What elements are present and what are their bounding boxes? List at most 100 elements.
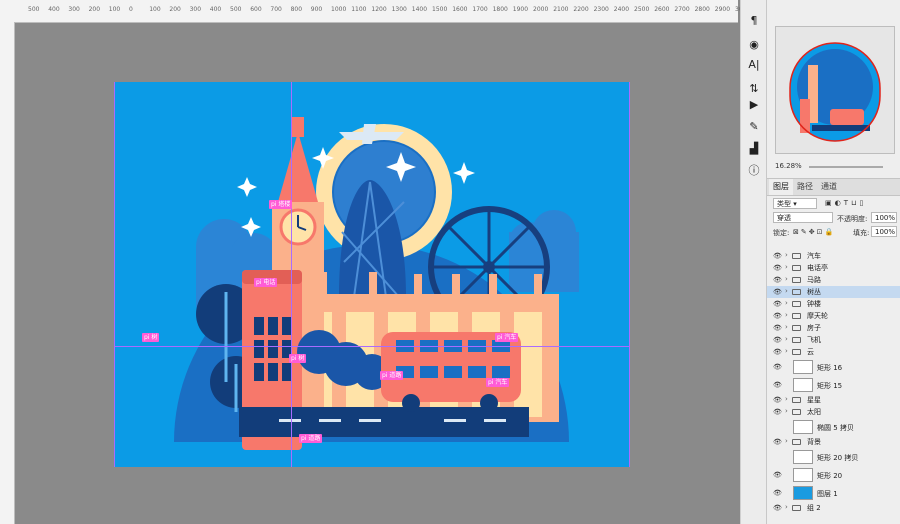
- visibility-eye-icon[interactable]: 👁: [773, 252, 782, 260]
- expand-caret-icon[interactable]: ›: [785, 335, 788, 343]
- histogram-icon[interactable]: ▟: [747, 142, 761, 156]
- zoom-slider[interactable]: [809, 166, 883, 168]
- lock-icons[interactable]: ⊠✎✥⊡🔒: [793, 228, 835, 236]
- ruler-tick: 0: [129, 6, 133, 13]
- visibility-eye-icon[interactable]: 👁: [773, 348, 782, 356]
- adjust-icon[interactable]: ⇅: [747, 82, 761, 96]
- layer-thumbnail: [793, 468, 813, 482]
- expand-caret-icon[interactable]: ›: [785, 395, 788, 403]
- guide-line[interactable]: [629, 82, 630, 467]
- visibility-eye-icon[interactable]: 👁: [773, 438, 782, 446]
- layer-name: 矩形 20 拷贝: [817, 454, 859, 462]
- expand-caret-icon[interactable]: ›: [785, 251, 788, 259]
- play-icon[interactable]: ▶: [747, 98, 761, 112]
- ruler-tick: 2700: [674, 6, 690, 13]
- visibility-eye-icon[interactable]: 👁: [773, 489, 782, 497]
- info-icon[interactable]: ⓘ: [747, 164, 761, 178]
- layer-name: 矩形 15: [817, 382, 843, 390]
- measure-tag: pi 树: [142, 333, 160, 342]
- visibility-eye-icon[interactable]: 👁: [773, 471, 782, 479]
- expand-caret-icon[interactable]: ›: [785, 311, 788, 319]
- ruler-tick: 500: [28, 6, 40, 13]
- guide-line[interactable]: [291, 82, 292, 467]
- layer-row[interactable]: 👁 › 汽车: [767, 250, 900, 262]
- tab-paths[interactable]: 路径: [793, 179, 817, 195]
- visibility-eye-icon[interactable]: 👁: [773, 504, 782, 512]
- fill-field[interactable]: 100%: [871, 226, 897, 237]
- layer-row[interactable]: 👁 › 飞机: [767, 334, 900, 346]
- visibility-eye-icon[interactable]: 👁: [773, 363, 782, 371]
- expand-caret-icon[interactable]: ›: [785, 263, 788, 271]
- ruler-tick: 200: [169, 6, 181, 13]
- layer-name: 星星: [807, 396, 821, 404]
- layer-thumbnail: [793, 450, 813, 464]
- folder-icon: [792, 409, 801, 415]
- character-icon[interactable]: A|: [747, 58, 761, 72]
- folder-icon: [792, 325, 801, 331]
- filter-select[interactable]: 类型 ▾: [773, 198, 817, 209]
- expand-caret-icon[interactable]: ›: [785, 287, 788, 295]
- expand-caret-icon[interactable]: ›: [785, 299, 788, 307]
- paragraph-icon[interactable]: ¶: [747, 14, 761, 28]
- layer-row[interactable]: 👁 › 钟楼: [767, 298, 900, 310]
- layer-row[interactable]: 👁 矩形 20: [767, 466, 900, 484]
- brush-icon[interactable]: ✎: [747, 120, 761, 134]
- filter-label: 类型: [777, 200, 791, 208]
- visibility-eye-icon[interactable]: 👁: [773, 276, 782, 284]
- folder-icon: [792, 265, 801, 271]
- layer-row[interactable]: 椭圆 5 拷贝: [767, 418, 900, 436]
- folder-icon: [792, 289, 801, 295]
- ruler-tick: 300: [189, 6, 202, 13]
- layer-row[interactable]: 👁 › 房子: [767, 322, 900, 334]
- guide-line[interactable]: [114, 82, 115, 467]
- visibility-eye-icon[interactable]: 👁: [773, 312, 782, 320]
- layer-comp-icon[interactable]: ◉: [747, 38, 761, 52]
- expand-caret-icon[interactable]: ›: [785, 347, 788, 355]
- layer-row[interactable]: 👁 › 组 2: [767, 502, 900, 514]
- layer-row[interactable]: 👁 › 电话亭: [767, 262, 900, 274]
- measure-tag: pi 汽车: [495, 333, 519, 342]
- layer-row[interactable]: 👁 › 马路: [767, 274, 900, 286]
- layer-row[interactable]: 👁 › 树丛: [767, 286, 900, 298]
- artboard[interactable]: pi 塔楼 pi 电话 pi 树 pi 树 pi 汽车 pi 汽车 pi 道路 …: [114, 82, 630, 467]
- expand-caret-icon[interactable]: ›: [785, 407, 788, 415]
- expand-caret-icon[interactable]: ›: [785, 323, 788, 331]
- folder-icon: [792, 313, 801, 319]
- visibility-eye-icon[interactable]: 👁: [773, 396, 782, 404]
- layer-row[interactable]: 矩形 20 拷贝: [767, 448, 900, 466]
- layer-row[interactable]: 👁 › 云: [767, 346, 900, 358]
- visibility-eye-icon[interactable]: 👁: [773, 336, 782, 344]
- tab-layers[interactable]: 图层: [769, 179, 793, 195]
- zoom-value[interactable]: 16.28%: [775, 162, 802, 170]
- visibility-eye-icon[interactable]: 👁: [773, 264, 782, 272]
- layer-row[interactable]: 👁 › 背景: [767, 436, 900, 448]
- visibility-eye-icon[interactable]: 👁: [773, 288, 782, 296]
- layer-name: 马路: [807, 276, 821, 284]
- visibility-eye-icon[interactable]: 👁: [773, 324, 782, 332]
- layer-thumbnail: [793, 378, 813, 392]
- layer-row[interactable]: 👁 矩形 16: [767, 358, 900, 376]
- ruler-tick: 1000: [331, 6, 347, 13]
- expand-caret-icon[interactable]: ›: [785, 437, 788, 445]
- expand-caret-icon[interactable]: ›: [785, 275, 788, 283]
- blend-mode-select[interactable]: 穿透: [773, 212, 833, 223]
- visibility-eye-icon[interactable]: 👁: [773, 381, 782, 389]
- opacity-field[interactable]: 100%: [871, 212, 897, 223]
- expand-caret-icon[interactable]: ›: [785, 503, 788, 511]
- ruler-tick: 100: [108, 6, 121, 13]
- layer-row[interactable]: 👁 › 星星: [767, 394, 900, 406]
- layer-thumbnail: [793, 486, 813, 500]
- tab-channels[interactable]: 通道: [817, 179, 841, 195]
- lock-label: 锁定:: [773, 229, 790, 237]
- layer-row[interactable]: 👁 图层 1: [767, 484, 900, 502]
- layer-row[interactable]: 👁 › 太阳: [767, 406, 900, 418]
- guide-line[interactable]: [114, 346, 630, 347]
- layer-row[interactable]: 👁 矩形 15: [767, 376, 900, 394]
- folder-icon: [792, 349, 801, 355]
- navigator-preview[interactable]: [775, 26, 895, 154]
- measure-tag: pi 汽车: [486, 378, 510, 387]
- filter-icons[interactable]: ▣◐T⊔▯: [825, 199, 866, 207]
- visibility-eye-icon[interactable]: 👁: [773, 300, 782, 308]
- visibility-eye-icon[interactable]: 👁: [773, 408, 782, 416]
- layer-row[interactable]: 👁 › 摩天轮: [767, 310, 900, 322]
